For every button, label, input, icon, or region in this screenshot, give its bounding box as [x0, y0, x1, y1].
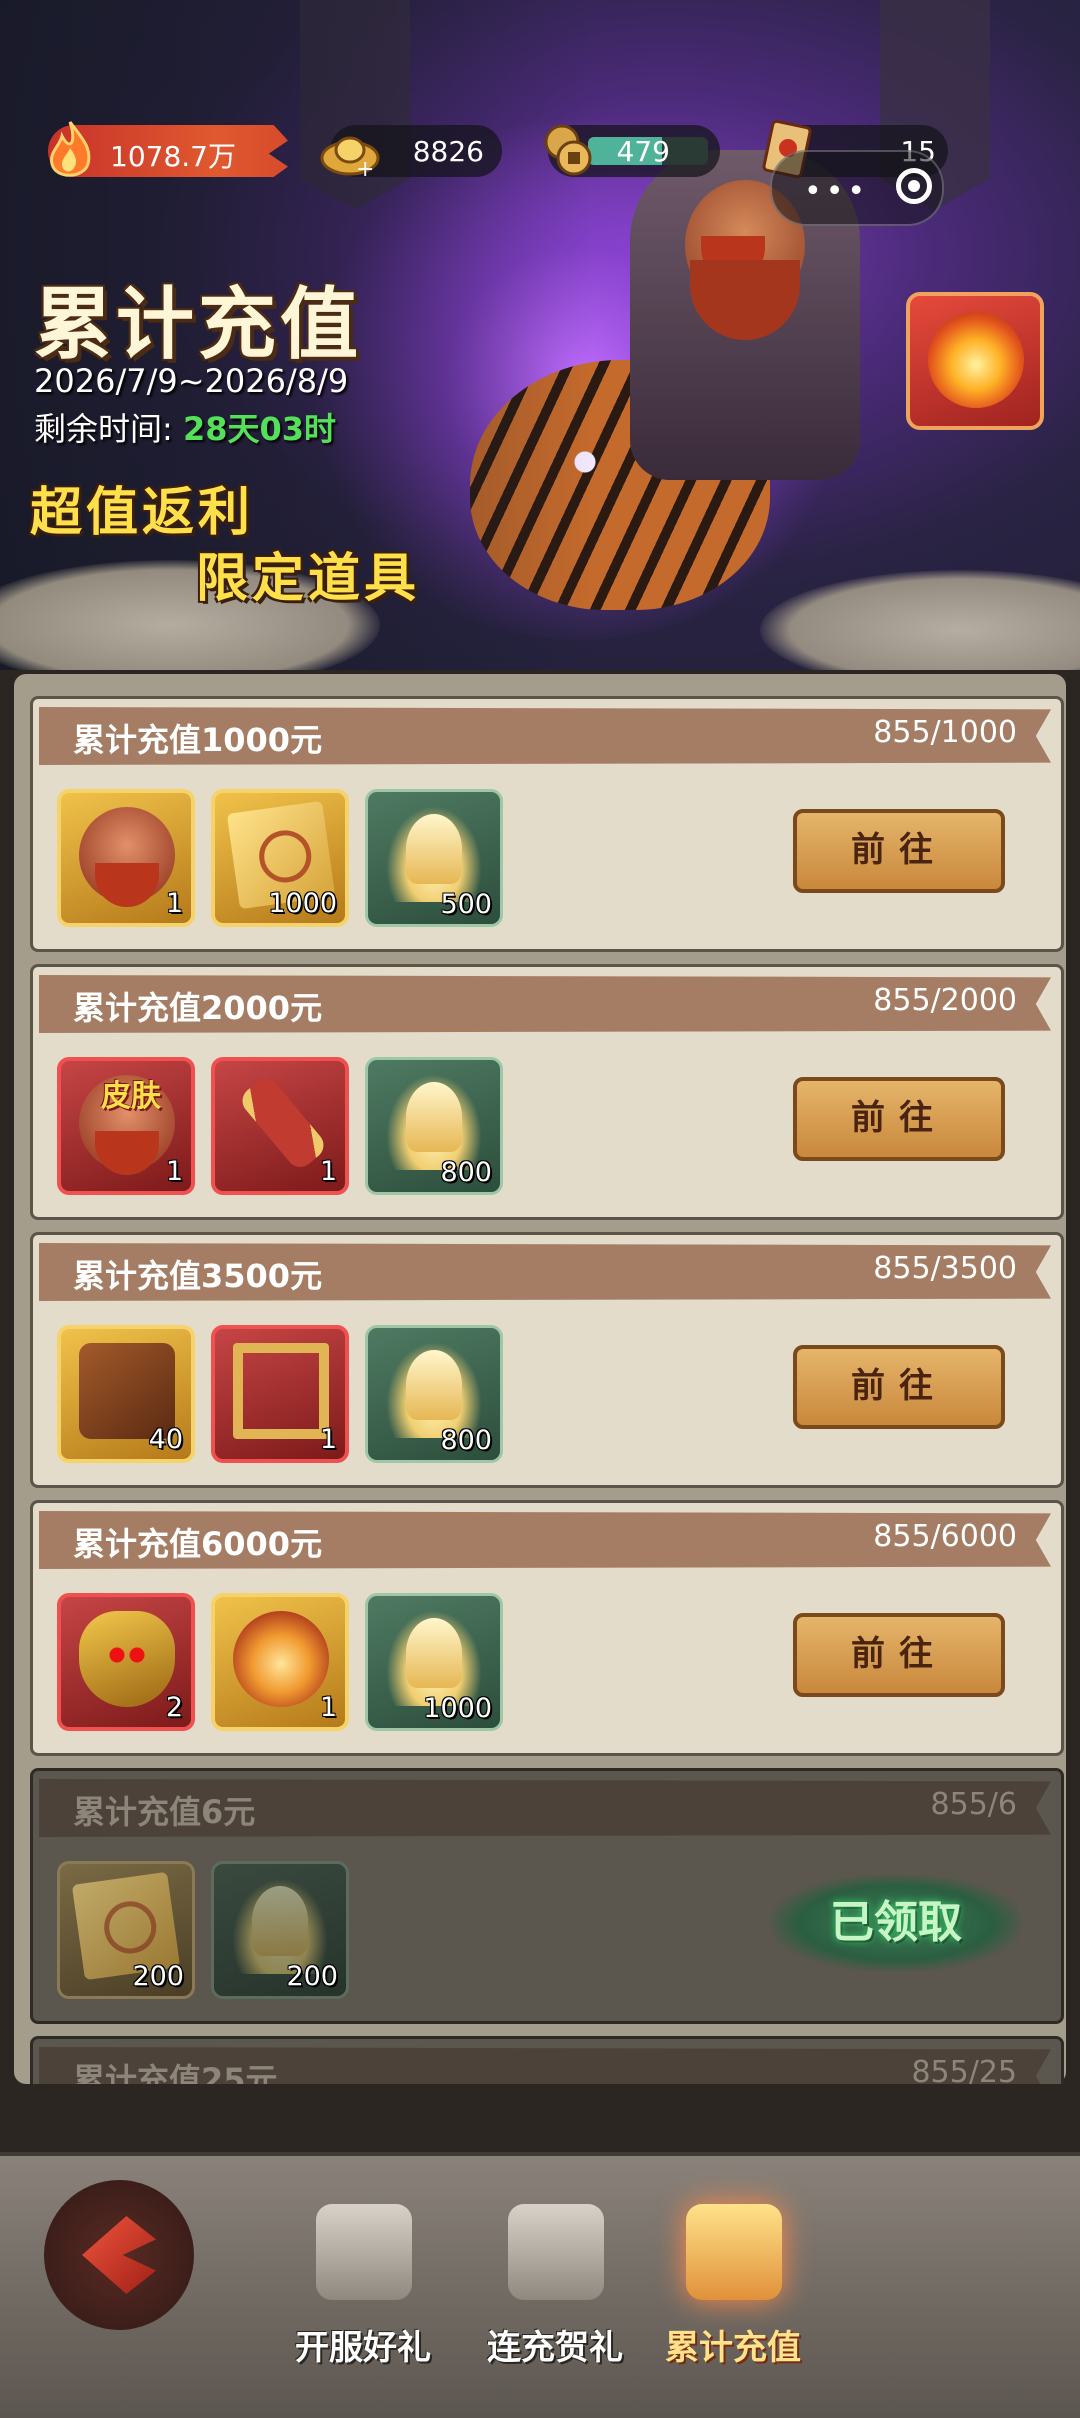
- reward-item-lotus[interactable]: 1000: [365, 1593, 503, 1731]
- lotus-icon: [386, 1610, 482, 1706]
- item-count: 800: [440, 1157, 492, 1188]
- tier-progress: 855/2000: [873, 983, 1017, 1018]
- gold-ingot-icon: +: [320, 136, 380, 180]
- item-count: 200: [132, 1961, 184, 1992]
- reward-panel: 累计充值1000元 855/1000 1 1000 500 前往 累计充值200…: [14, 674, 1066, 2084]
- go-button[interactable]: 前往: [793, 1613, 1005, 1697]
- item-count: 1: [165, 1156, 183, 1187]
- skin-tag: 皮肤: [101, 1079, 161, 1114]
- hero-portrait-icon: [79, 807, 175, 907]
- fire-orb-icon: [928, 312, 1024, 408]
- fire-orb-icon: [233, 1611, 329, 1707]
- item-count: 40: [148, 1424, 183, 1455]
- lotus-icon: [386, 1342, 482, 1438]
- item-count: 1: [319, 1156, 337, 1187]
- tier-progress: 855/6: [930, 1787, 1017, 1822]
- item-count: 1000: [268, 888, 337, 919]
- coin-value: 479: [616, 135, 670, 168]
- scroll-tube-icon: [236, 1073, 330, 1173]
- slogan-rebate: 超值返利: [30, 483, 255, 543]
- reward-item-lotus[interactable]: 800: [365, 1325, 503, 1463]
- item-count: 200: [286, 1961, 338, 1992]
- tier-title: 累计充值3500元: [73, 1257, 323, 1295]
- go-button[interactable]: 前往: [793, 1077, 1005, 1161]
- remaining-time: 剩余时间: 28天03时: [34, 404, 336, 450]
- tab-consecutive-recharge[interactable]: 连充贺礼: [470, 2190, 640, 2380]
- reward-card: 累计充值6000元 855/6000 2 1 1000 前往: [30, 1500, 1064, 1756]
- fire-value: 1078.7万: [110, 140, 236, 173]
- tier-title: 累计充值1000元: [73, 721, 323, 759]
- svg-text:+: +: [356, 157, 374, 180]
- go-button[interactable]: 前往: [793, 1345, 1005, 1429]
- lotus-icon: [232, 1878, 328, 1974]
- target-icon[interactable]: [896, 168, 932, 204]
- lotus-icon: [386, 1074, 482, 1170]
- reward-card-claimed: 累计充值25元 855/25: [30, 2036, 1064, 2084]
- reward-item-gold-scroll[interactable]: 1000: [211, 789, 349, 927]
- tier-title: 累计充值6元: [73, 1793, 256, 1831]
- reward-item-lotus[interactable]: 200: [211, 1861, 349, 1999]
- tab-opening-gift[interactable]: 开服好礼: [278, 2190, 448, 2380]
- reward-item-hero-portrait[interactable]: 1: [57, 789, 195, 927]
- reward-card-claimed: 累计充值6元 855/6 200 200 已领取: [30, 1768, 1064, 2024]
- event-dates: 2026/7/9~2026/8/9: [34, 362, 349, 400]
- back-button[interactable]: [44, 2180, 194, 2330]
- item-count: 2: [165, 1692, 183, 1723]
- item-count: 500: [440, 889, 492, 920]
- ingot-value: 8826: [412, 135, 484, 168]
- tier-title: 累计充值2000元: [73, 989, 323, 1027]
- reward-item-golden-frame[interactable]: 1: [211, 1325, 349, 1463]
- tier-progress: 855/25: [911, 2055, 1017, 2084]
- reward-item-fire-orb[interactable]: 1: [211, 1593, 349, 1731]
- page-title: 累计充值: [34, 280, 363, 370]
- go-button[interactable]: 前往: [793, 809, 1005, 893]
- reward-item-puzzle-piece[interactable]: 40: [57, 1325, 195, 1463]
- item-count: 1: [319, 1424, 337, 1455]
- flame-icon: [49, 121, 91, 177]
- claimed-badge: 已领取: [771, 1875, 1021, 1971]
- slogan-limited: 限定道具: [196, 549, 421, 609]
- back-arrow-icon: [82, 2216, 156, 2294]
- reward-card: 累计充值1000元 855/1000 1 1000 500 前往: [30, 696, 1064, 952]
- reward-item-scroll-tube[interactable]: 1: [211, 1057, 349, 1195]
- tab-label: 累计充值: [665, 2328, 801, 2368]
- tier-title: 累计充值25元: [73, 2061, 278, 2084]
- reward-card: 累计充值3500元 855/3500 40 1 800 前往: [30, 1232, 1064, 1488]
- shrine-icon: [508, 2204, 604, 2300]
- money-bag-icon: [316, 2204, 412, 2300]
- reward-item-golden-mask[interactable]: 2: [57, 1593, 195, 1731]
- more-dots-icon[interactable]: •••: [804, 174, 869, 209]
- reward-list[interactable]: 累计充值1000元 855/1000 1 1000 500 前往 累计充值200…: [14, 674, 1066, 2084]
- reward-item-lotus[interactable]: 500: [365, 789, 503, 927]
- tier-progress: 855/3500: [873, 1251, 1017, 1286]
- gift-basket-icon: [686, 2204, 782, 2300]
- item-count: 1: [319, 1692, 337, 1723]
- fire-orb-preview[interactable]: [906, 292, 1044, 430]
- item-count: 1: [165, 888, 183, 919]
- tab-label: 开服好礼: [295, 2328, 431, 2368]
- coin-string-icon: [544, 124, 592, 176]
- item-count: 800: [440, 1425, 492, 1456]
- golden-mask-icon: [79, 1611, 175, 1707]
- tab-label: 连充贺礼: [487, 2328, 623, 2368]
- reward-card: 累计充值2000元 855/2000 皮肤 1 1 800 前往: [30, 964, 1064, 1220]
- mini-program-capsule[interactable]: •••: [770, 150, 944, 226]
- remaining-label: 剩余时间:: [34, 410, 173, 448]
- tier-title: 累计充值6000元: [73, 1525, 323, 1563]
- reward-item-gold-scroll[interactable]: 200: [57, 1861, 195, 1999]
- item-count: 1000: [423, 1693, 492, 1724]
- tab-cumulative-recharge[interactable]: 累计充值: [648, 2190, 818, 2380]
- reward-item-skin-portrait[interactable]: 皮肤 1: [57, 1057, 195, 1195]
- lotus-icon: [386, 806, 482, 902]
- reward-item-lotus[interactable]: 800: [365, 1057, 503, 1195]
- tier-progress: 855/1000: [873, 715, 1017, 750]
- golden-frame-icon: [233, 1343, 329, 1439]
- tier-progress: 855/6000: [873, 1519, 1017, 1554]
- remaining-value: 28天03时: [182, 410, 337, 448]
